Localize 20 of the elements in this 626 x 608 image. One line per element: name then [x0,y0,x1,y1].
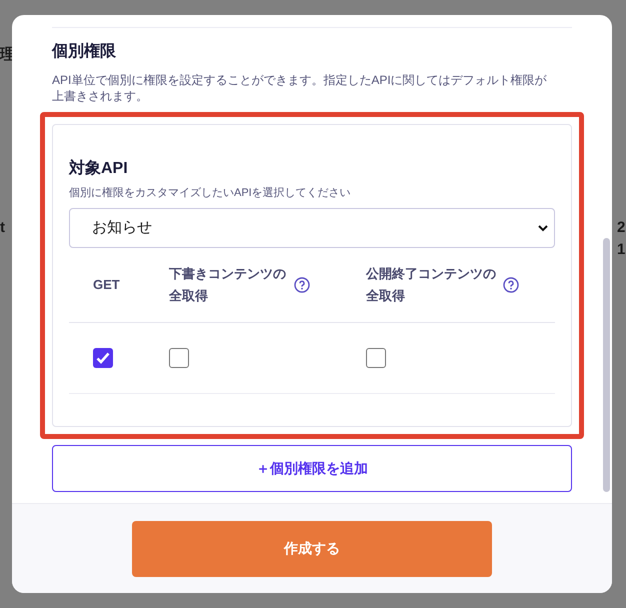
api-select[interactable]: お知らせ [69,208,555,248]
scrollbar-thumb[interactable] [603,238,610,492]
section-description: API単位で個別に権限を設定することができます。指定したAPIに関してはデフォルト権限が上書きされます。 [52,72,548,104]
background-text: t [0,218,5,238]
field-label: 対象API [69,158,128,179]
column-header: GET [93,276,120,294]
field-hint: 個別に権限をカスタマイズしたいAPIを選択してください [69,186,351,201]
column-header: 下書きコンテンツの全取得 [169,265,287,305]
add-permission-button[interactable]: ＋個別権限を追加 [52,445,572,492]
checkbox[interactable] [366,348,386,368]
section-title: 個別権限 [52,42,116,62]
chevron-down-icon [538,224,548,232]
background-text: 2 [617,218,626,238]
help-icon[interactable] [503,277,519,293]
background-text: 1 [617,240,626,260]
checkbox[interactable] [93,348,113,368]
help-icon[interactable] [294,277,310,293]
column-header: 公開終了コンテンツの全取得 [366,265,497,305]
checkbox[interactable] [169,348,189,368]
check-icon [96,352,110,364]
